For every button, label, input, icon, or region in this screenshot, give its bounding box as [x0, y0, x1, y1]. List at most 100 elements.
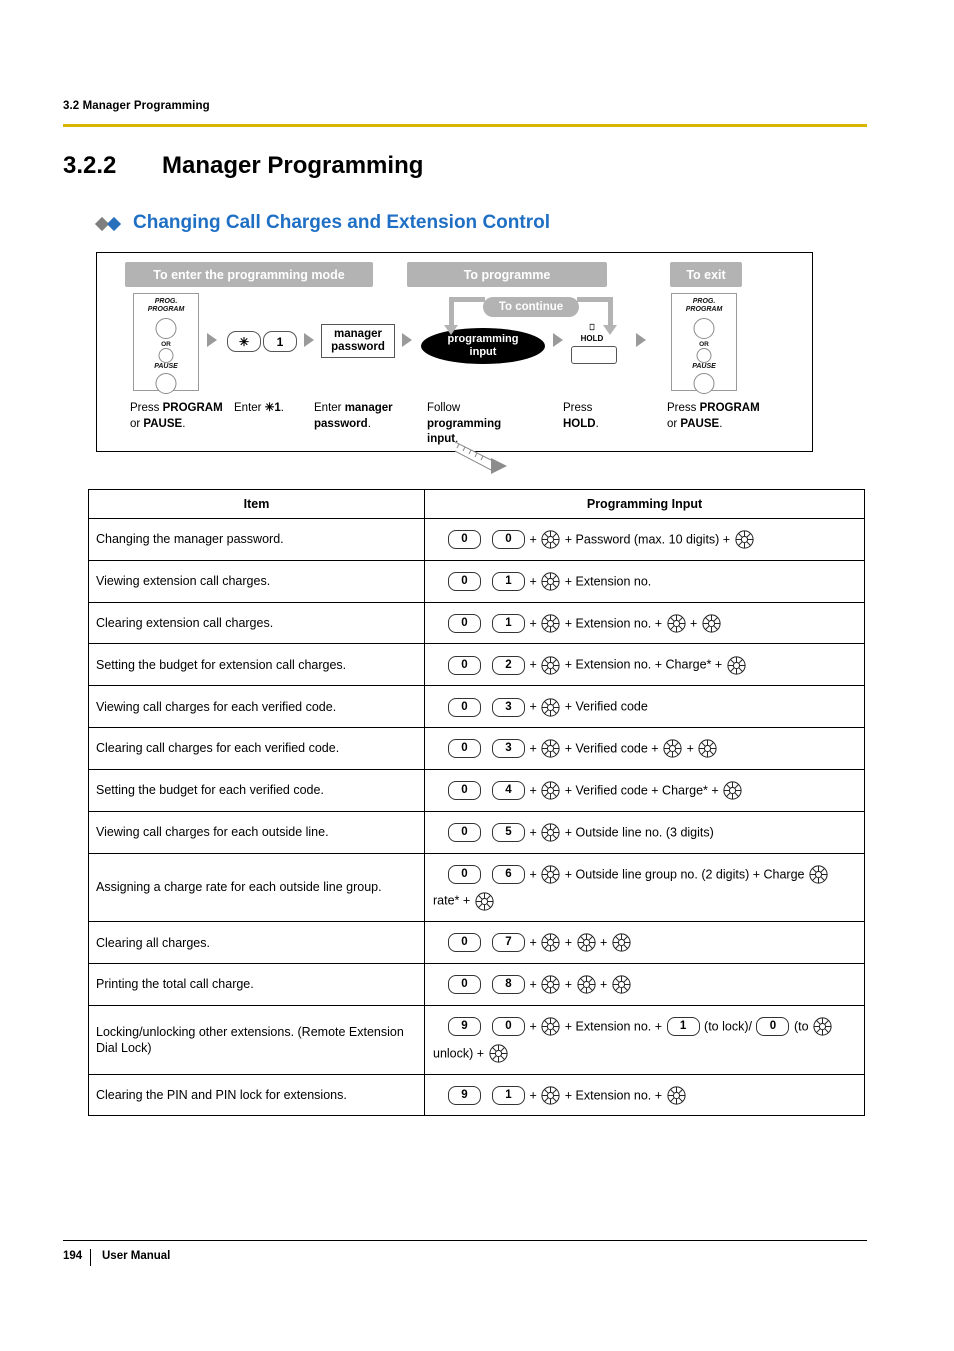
keypad-digit: 5	[492, 823, 525, 842]
programming-input-box: programming input	[421, 328, 545, 364]
caption-press-hold: Press HOLD.	[563, 402, 599, 430]
manager-password-box: manager password	[321, 324, 395, 358]
autodial-store-icon	[576, 975, 596, 994]
keypad-digit: 4	[492, 781, 525, 801]
phone-left-pause-label: PAUSE	[154, 363, 178, 370]
row-programming-input: 08 + + +	[424, 963, 865, 1006]
keypad-digit: 9	[448, 1085, 481, 1105]
row-item-label: Viewing call charges for each outside li…	[88, 810, 425, 854]
caption-press-program: Press PROGRAM or PAUSE.	[130, 402, 223, 430]
autodial-store-icon	[541, 614, 560, 633]
programming-table: Item Programming Input Changing the mana…	[88, 489, 865, 1117]
table-row: Assigning a charge rate for each outside…	[88, 852, 865, 923]
phone-left-prog-label: PROG. PROGRAM	[147, 298, 185, 314]
keypad-digit: 3	[492, 697, 525, 717]
autodial-store-icon	[541, 1086, 560, 1105]
table-row: Clearing call charges for each verified …	[88, 727, 865, 770]
keypad-digit: 0	[448, 739, 481, 759]
row-programming-input: 02 + + Extension no. + Charge* +	[424, 643, 865, 687]
step-exit-label: To exit	[670, 262, 742, 287]
table-row: Viewing call charges for each outside li…	[88, 810, 865, 854]
key-star: ✳	[227, 331, 261, 352]
page-number: 194	[63, 1250, 83, 1262]
row-programming-input: 07 + + +	[424, 921, 865, 965]
autodial-store-icon	[541, 933, 560, 953]
keypad-digit: 0	[448, 655, 481, 675]
autodial-store-icon	[541, 823, 560, 842]
row-programming-input: 91 + + Extension no. +	[424, 1073, 865, 1117]
autodial-store-icon	[541, 781, 560, 800]
autodial-store-icon	[612, 975, 631, 994]
autodial-store-icon	[702, 614, 721, 633]
table-row: Viewing extension call charges. 0 1 + + Ex…	[88, 559, 865, 603]
keypad-digit: 0	[756, 1017, 790, 1037]
keypad-digit: 0	[448, 933, 481, 953]
page: 3.2 Manager Programming 3.2.2 Manager Pr…	[0, 0, 954, 1351]
col-header-input: Programming Input	[424, 489, 865, 519]
row-programming-input: 90 + + Extension no. + 1 (to lock)/ 0 (t…	[424, 1004, 865, 1075]
keypad-digit: 0	[492, 530, 525, 550]
footer-doc-label: User Manual	[102, 1250, 171, 1262]
subsection-heading: Changing Call Charges and Extension Cont…	[94, 212, 550, 234]
keypad-digit: 0	[448, 530, 481, 550]
row-programming-input: 00 + + Password (max. 10 digits) +	[424, 518, 865, 561]
arrow-icon-5	[636, 333, 646, 347]
running-header: 3.2 Manager Programming	[63, 100, 210, 112]
autodial-store-icon	[666, 1086, 686, 1105]
row-item-label: Clearing the PIN and PIN lock for extens…	[88, 1073, 425, 1117]
row-programming-input: 05 + + Outside line no. (3 digits)	[424, 810, 865, 854]
autodial-store-icon	[541, 656, 560, 675]
keypad-digit: 0	[448, 781, 481, 801]
phone-right-program-key	[693, 318, 715, 339]
table-row: Clearing extension call charges. 0 1 + + E…	[88, 601, 865, 645]
row-programming-input: 01 + + Extension no. + +	[424, 601, 865, 645]
hold-button-shape	[571, 346, 617, 364]
keypad-digit: 1	[666, 1017, 700, 1037]
arrow-icon-3	[402, 333, 412, 347]
autodial-store-icon	[727, 656, 746, 675]
phone-illustration-right: PROG. PROGRAM OR PAUSE	[671, 293, 737, 394]
step-enter-label: To enter the programming mode	[125, 262, 373, 287]
arrow-icon-4	[553, 333, 563, 347]
row-item-label: Clearing all charges.	[88, 921, 425, 965]
keypad-digit: 0	[448, 975, 481, 995]
phone-left-or-label: OR	[161, 341, 171, 348]
procedure-diagram: To enter the programming mode To program…	[96, 252, 813, 452]
keypad-digit: 2	[492, 655, 525, 675]
footer-separator	[90, 1249, 91, 1266]
row-programming-input: 01 + + Extension no.	[424, 559, 865, 603]
keypad-digit: 7	[492, 933, 525, 953]
table-row: Setting the budget for extension call ch…	[88, 643, 865, 687]
row-programming-input: 06 + + Outside line group no. (2 digits)…	[424, 852, 865, 923]
keypad-digit: 8	[492, 975, 525, 995]
caption-press-program-exit: Press PROGRAM or PAUSE.	[667, 402, 760, 430]
phone-left-pause-key	[155, 373, 177, 394]
autodial-store-icon	[541, 697, 560, 717]
keypad-digit: 0	[492, 1017, 525, 1037]
header-rule	[63, 124, 867, 127]
keypad-digit: 1	[492, 1085, 525, 1105]
row-item-label: Printing the total call charge.	[88, 963, 425, 1006]
autodial-store-icon	[541, 975, 560, 994]
phone-left-or-circle	[158, 348, 174, 363]
subsection-title: Changing Call Charges and Extension Cont…	[133, 212, 550, 233]
autodial-store-icon	[809, 865, 828, 884]
diamond-bullet-icon	[94, 215, 125, 232]
table-row: Locking/unlocking other extensions. (Rem…	[88, 1004, 865, 1075]
autodial-store-icon	[541, 572, 560, 591]
phone-right-or-circle	[696, 348, 712, 363]
autodial-store-icon	[488, 1044, 508, 1063]
loop-arrow-stem-right	[608, 297, 613, 327]
section-number: 3.2.2	[63, 152, 117, 179]
keypad-digit: 1	[492, 613, 525, 633]
caption-enter-star-one: Enter ✳1.	[234, 402, 284, 414]
autodial-store-icon	[541, 739, 560, 758]
autodial-store-icon	[541, 530, 560, 549]
phone-left-program-key	[155, 318, 177, 339]
autodial-store-icon	[475, 892, 494, 911]
autodial-store-icon	[663, 739, 682, 758]
loop-arrow-head-right	[603, 325, 617, 335]
caption-enter-password: Enter manager password.	[314, 402, 393, 430]
loop-arrow-top	[449, 297, 485, 302]
keypad-digit: 0	[448, 823, 481, 842]
